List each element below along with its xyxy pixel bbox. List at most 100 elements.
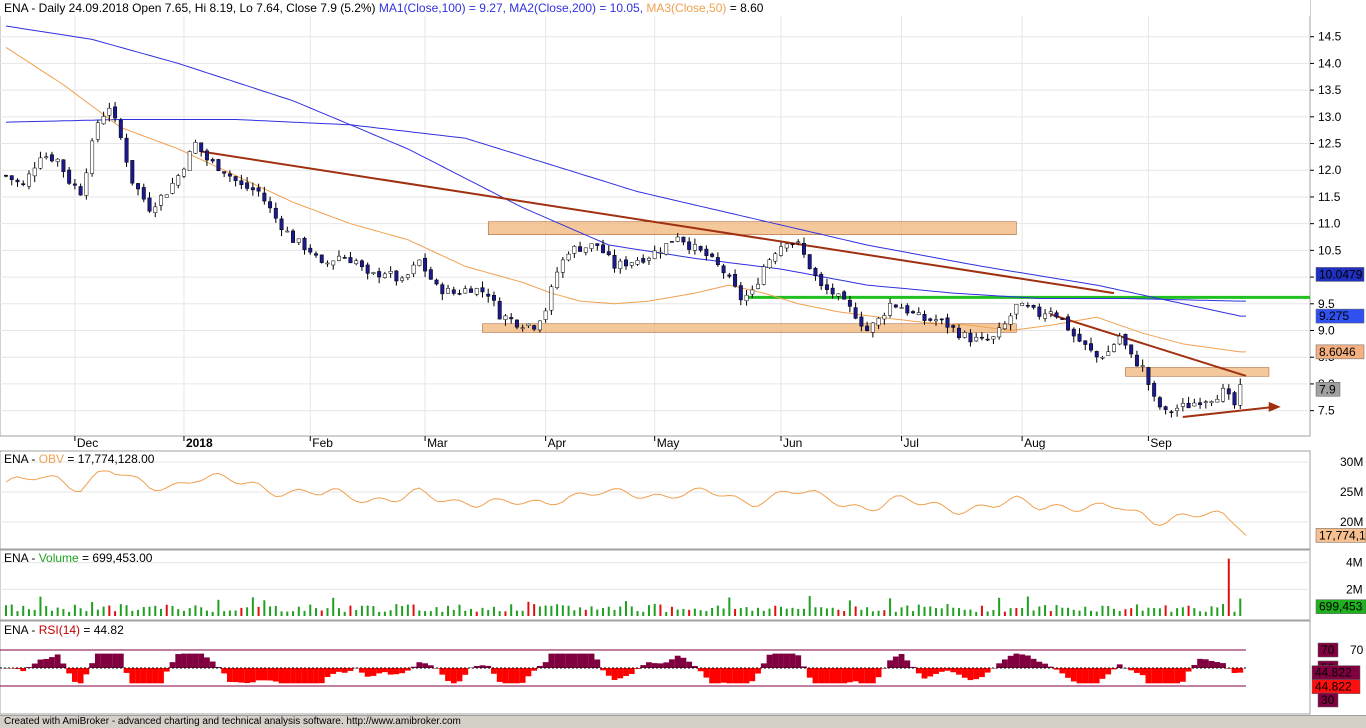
candle-body xyxy=(555,271,560,288)
volume-bar xyxy=(791,607,794,616)
volume-bar xyxy=(1187,605,1190,616)
rsi-bar xyxy=(502,668,509,684)
volume-bar xyxy=(1216,607,1219,616)
volume-bar xyxy=(171,605,174,616)
candle-body xyxy=(1203,401,1208,403)
volume-bar xyxy=(757,607,760,616)
volume-bar xyxy=(716,605,719,616)
rsi-bar xyxy=(491,668,497,674)
volume-pane[interactable]: 4M 2M ENA - Volume = 699,453.00 xyxy=(0,549,1363,621)
candle-body xyxy=(371,272,376,274)
rsi-bar xyxy=(514,668,520,684)
volume-bar xyxy=(16,611,19,616)
rsi-bar xyxy=(1042,663,1048,668)
candle-body xyxy=(227,173,232,177)
candle-body xyxy=(790,243,795,246)
volume-bar xyxy=(728,597,731,616)
rsi-tick-label: 70 xyxy=(1350,643,1364,657)
candle-body xyxy=(325,262,330,265)
candle-body xyxy=(526,323,531,326)
rsi-bar xyxy=(846,668,853,683)
candle-body xyxy=(170,182,175,194)
candle-body xyxy=(440,284,445,295)
candle-body xyxy=(537,320,542,331)
candle-body xyxy=(934,319,938,322)
candle-body xyxy=(733,273,738,287)
price-pane[interactable]: 14.514.013.513.012.512.011.511.010.510.0… xyxy=(0,0,1342,450)
candle-body xyxy=(32,167,37,177)
volume-bar xyxy=(401,606,404,616)
price-tick-label: 14.0 xyxy=(1318,56,1342,70)
candle-body xyxy=(1077,333,1082,342)
volume-bar xyxy=(860,609,863,616)
rsi-bar xyxy=(71,668,78,682)
volume-bar xyxy=(906,605,909,616)
volume-bar xyxy=(940,608,943,616)
price-tick-label: 12.0 xyxy=(1318,163,1342,177)
header-ma3: MA3(Close,50) xyxy=(646,1,726,15)
rsi-bar xyxy=(755,668,761,674)
candle-body xyxy=(222,171,227,174)
volume-bar xyxy=(125,605,128,616)
rsi-bar xyxy=(588,653,595,668)
candle-body xyxy=(84,172,89,196)
volume-bar xyxy=(590,606,593,616)
rsi-bar xyxy=(1105,668,1112,675)
rsi-bar xyxy=(267,668,273,681)
rsi-bar xyxy=(336,668,342,672)
rsi-bar xyxy=(106,653,113,668)
rsi-bar xyxy=(43,658,50,668)
volume-bar xyxy=(1227,558,1230,616)
candle-body xyxy=(377,271,382,278)
rsi-pane[interactable]: 70 ENA - RSI(14) = 44.82 xyxy=(0,620,1364,715)
rsi-bar xyxy=(278,668,285,684)
volume-bar xyxy=(900,607,903,616)
volume-bar xyxy=(205,610,208,616)
volume-bar xyxy=(441,611,444,616)
candle-body xyxy=(1175,407,1180,411)
volume-bar xyxy=(85,611,88,616)
rsi-bar xyxy=(927,668,934,677)
candle-body xyxy=(1146,367,1151,385)
volume-bar xyxy=(923,606,926,616)
volume-bar xyxy=(1130,608,1133,616)
candle-body xyxy=(1043,313,1048,319)
candle-body xyxy=(21,183,26,186)
volume-bar xyxy=(952,607,955,616)
rsi-bar xyxy=(571,653,578,668)
volume-bar xyxy=(326,608,329,616)
month-label: Sep xyxy=(1150,436,1172,450)
rsi-bar xyxy=(1174,668,1181,684)
volume-bar xyxy=(1170,611,1173,616)
price-axis: 14.514.013.513.012.512.011.511.010.510.0… xyxy=(1310,30,1342,418)
candle-body xyxy=(962,332,967,338)
volume-bar xyxy=(452,609,455,616)
volume-bar xyxy=(412,604,415,616)
rsi-bar xyxy=(812,668,819,684)
candle-body xyxy=(359,260,364,268)
rsi-bar xyxy=(852,668,859,682)
volume-bar xyxy=(481,607,484,616)
volume-bar xyxy=(303,610,306,616)
volume-bar xyxy=(228,610,231,616)
obv-pane[interactable]: 30M 25M 20M ENA - OBV = 17,774,128.00 xyxy=(0,450,1363,550)
volume-bar xyxy=(297,606,300,616)
volume-bar xyxy=(309,604,312,616)
candle-body xyxy=(698,246,703,251)
candle-body xyxy=(606,251,611,256)
rsi-bar xyxy=(961,668,968,678)
candle-body xyxy=(509,317,514,320)
volume-bar xyxy=(383,611,386,616)
candle-body xyxy=(624,259,628,267)
volume-bar xyxy=(1026,596,1029,616)
chart-canvas[interactable]: 14.5 14.0 13.5 13.0 12.5 12.0 11.5 11.0 10.5 10.0… xyxy=(0,0,1366,715)
month-label: Jun xyxy=(783,436,802,450)
candle-body xyxy=(738,285,743,301)
rsi-bar xyxy=(376,668,383,674)
volume-bar xyxy=(871,611,874,616)
volume-bar xyxy=(211,611,214,616)
rsi-bar xyxy=(732,668,738,684)
volume-bar xyxy=(843,611,846,616)
volume-bar xyxy=(630,606,633,616)
volume-bar xyxy=(820,607,823,616)
